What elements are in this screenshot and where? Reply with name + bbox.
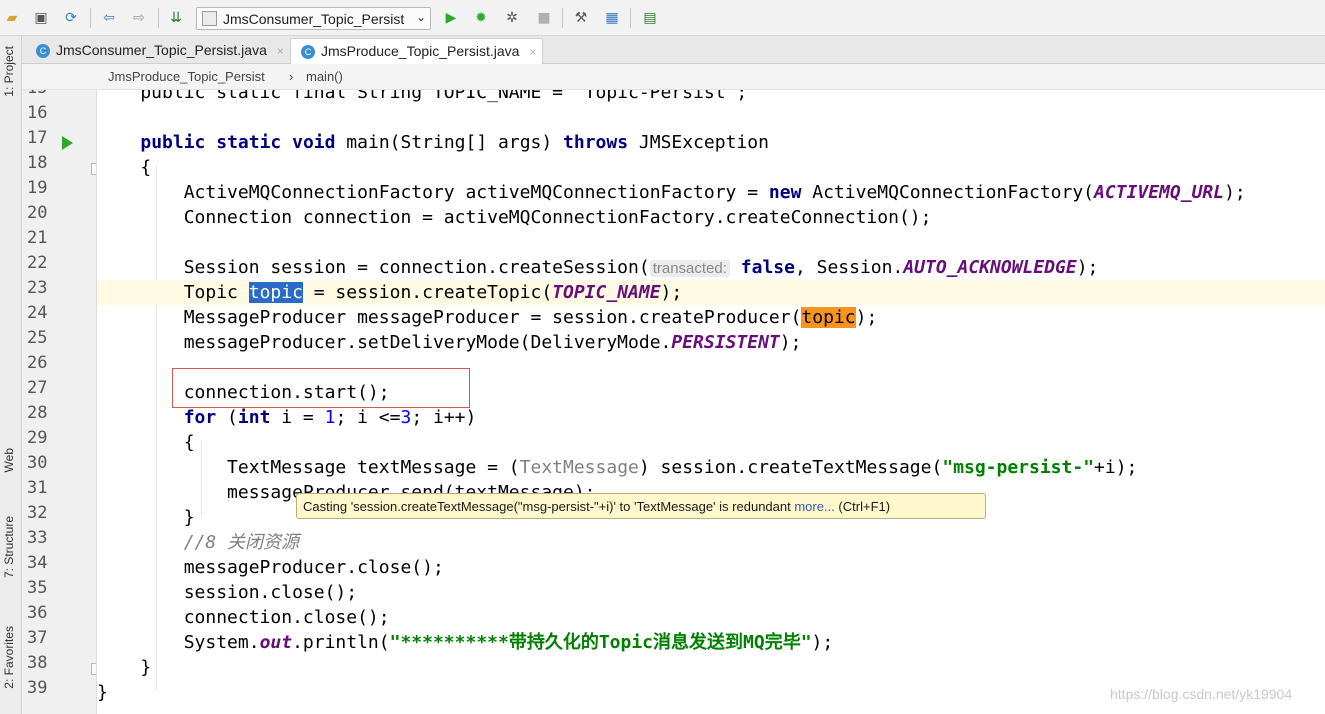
- sync-icon[interactable]: ⟳: [62, 9, 80, 27]
- run-config-icon: [202, 11, 217, 26]
- line-number: 34: [27, 553, 48, 573]
- line-number: 39: [27, 678, 48, 698]
- breadcrumb-separator: ›: [289, 69, 294, 84]
- line-number: 15: [27, 90, 67, 98]
- breadcrumb: JmsProduce_Topic_Persist › main(): [22, 64, 1325, 90]
- tooltip-shortcut: (Ctrl+F1): [834, 499, 891, 514]
- code-editor[interactable]: public static final String TOPIC_NAME = …: [97, 90, 1325, 714]
- code-line-37: System.out.println("**********带持久化的Topic…: [183, 632, 834, 653]
- tab-jmsproduce[interactable]: C JmsProduce_Topic_Persist.java ×: [290, 38, 544, 64]
- line-number: 28: [27, 403, 48, 423]
- tooltip-more-link[interactable]: more...: [794, 499, 834, 514]
- line-number: 18: [27, 153, 48, 173]
- debug-icon[interactable]: ✹: [472, 9, 490, 27]
- tab-jmsconsumer[interactable]: C JmsConsumer_Topic_Persist.java ×: [26, 38, 290, 64]
- code-line-34: messageProducer.close();: [183, 557, 444, 578]
- line-number: 24: [27, 303, 48, 323]
- line-number: 38: [27, 653, 48, 673]
- code-line-15: public static final String TOPIC_NAME = …: [97, 90, 748, 103]
- back-icon[interactable]: ⇦: [100, 9, 118, 27]
- usage-highlight: topic: [801, 307, 856, 328]
- web-tool-button[interactable]: Web: [2, 448, 16, 472]
- run-icon[interactable]: ▶: [442, 9, 460, 27]
- run-config-label: JmsConsumer_Topic_Persist: [223, 11, 405, 27]
- line-number: 33: [27, 528, 48, 548]
- code-line-20: Connection connection = activeMQConnecti…: [183, 207, 932, 228]
- line-number: 19: [27, 178, 48, 198]
- structure-tool-button[interactable]: 7: Structure: [2, 516, 16, 578]
- tooltip-text: Casting 'session.createTextMessage("msg-…: [303, 499, 795, 514]
- code-line-24: MessageProducer messageProducer = sessio…: [183, 307, 878, 328]
- main-toolbar: ▰ ▣ ⟳ ⇦ ⇨ ⇊ JmsConsumer_Topic_Persist ⌄ …: [0, 0, 1325, 36]
- line-number: 29: [27, 428, 48, 448]
- code-line-23: Topic topic = session.createTopic(TOPIC_…: [97, 280, 1325, 305]
- code-line-38: }: [140, 657, 152, 678]
- close-icon[interactable]: ×: [277, 44, 284, 58]
- inspection-tooltip: Casting 'session.createTextMessage("msg-…: [296, 493, 986, 519]
- annotation-box: [172, 368, 470, 408]
- tab-label: JmsProduce_Topic_Persist.java: [321, 43, 520, 59]
- code-line-33: //8 关闭资源: [183, 532, 300, 553]
- close-icon[interactable]: ×: [529, 45, 536, 59]
- line-number: 30: [27, 453, 48, 473]
- line-number: 22: [27, 253, 48, 273]
- line-number: 25: [27, 328, 48, 348]
- code-line-25: messageProducer.setDeliveryMode(Delivery…: [183, 332, 802, 353]
- line-number: 36: [27, 603, 48, 623]
- project-tool-button[interactable]: 1: Project: [2, 46, 16, 97]
- editor-tabs: C JmsConsumer_Topic_Persist.java × C Jms…: [22, 36, 1325, 64]
- code-line-28: for (int i = 1; i <=3; i++): [183, 407, 477, 428]
- line-number: 35: [27, 578, 48, 598]
- chevron-down-icon: ⌄: [415, 10, 426, 24]
- editor-gutter: 15 16 17 18 19 20 21 22 23 24 25 26 27 28 29 30 31 32 33 34…: [22, 90, 97, 714]
- favorites-tool-button[interactable]: 2: Favorites: [2, 626, 16, 689]
- run-configuration-select[interactable]: JmsConsumer_Topic_Persist ⌄: [196, 7, 431, 30]
- line-number: 31: [27, 478, 48, 498]
- code-line-22: Session session = connection.createSessi…: [183, 257, 1099, 278]
- tab-label: JmsConsumer_Topic_Persist.java: [56, 42, 267, 58]
- breadcrumb-method[interactable]: main(): [306, 69, 343, 84]
- code-line-35: session.close();: [183, 582, 358, 603]
- code-line-29: {: [183, 432, 195, 453]
- line-number: 26: [27, 353, 48, 373]
- line-number: 17: [27, 128, 48, 148]
- watermark: https://blog.csdn.net/yk19904: [1110, 686, 1293, 702]
- build-icon[interactable]: ⇊: [167, 9, 185, 27]
- java-class-icon: C: [301, 45, 315, 59]
- code-line-17: public static void main(String[] args) t…: [140, 132, 769, 153]
- line-number: 16: [27, 103, 48, 123]
- project-structure-icon[interactable]: ⚒: [572, 9, 590, 27]
- parameter-hint: transacted:: [649, 260, 730, 277]
- line-number: 27: [27, 378, 48, 398]
- code-line-30: TextMessage textMessage = (TextMessage) …: [227, 457, 1138, 478]
- stop-icon[interactable]: ■: [535, 9, 553, 27]
- selected-identifier: topic: [248, 282, 303, 303]
- sdk-icon[interactable]: ▦: [603, 9, 621, 27]
- line-number: 37: [27, 628, 48, 648]
- forward-icon[interactable]: ⇨: [130, 9, 148, 27]
- code-line-18: {: [140, 157, 152, 178]
- terminal-icon[interactable]: ▤: [641, 9, 659, 27]
- java-class-icon: C: [36, 44, 50, 58]
- line-number: 21: [27, 228, 48, 248]
- save-icon[interactable]: ▣: [32, 9, 50, 27]
- line-number: 32: [27, 503, 48, 523]
- line-number: 23: [27, 278, 48, 298]
- tool-window-strip: 1: Project Web 7: Structure 2: Favorites: [0, 36, 22, 714]
- code-line-36: connection.close();: [183, 607, 390, 628]
- open-folder-icon[interactable]: ▰: [3, 9, 21, 27]
- breadcrumb-class[interactable]: JmsProduce_Topic_Persist: [108, 69, 265, 84]
- line-number: 20: [27, 203, 48, 223]
- coverage-icon[interactable]: ✲: [503, 9, 521, 27]
- run-gutter-icon[interactable]: [62, 136, 73, 150]
- code-line-19: ActiveMQConnectionFactory activeMQConnec…: [183, 182, 1246, 203]
